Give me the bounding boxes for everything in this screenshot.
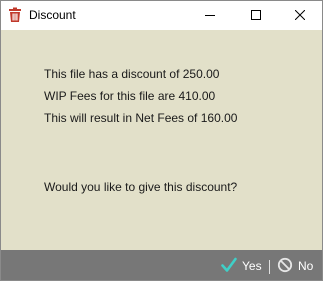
title-bar[interactable]: Discount — [1, 1, 322, 30]
button-separator — [269, 260, 270, 274]
window-title: Discount — [29, 8, 76, 22]
no-button[interactable]: No — [277, 256, 313, 276]
checkmark-icon — [221, 257, 242, 276]
message-area: This file has a discount of 250.00 WIP F… — [1, 30, 322, 250]
minimize-icon — [205, 9, 215, 23]
minimize-button[interactable] — [187, 1, 233, 30]
close-icon — [294, 9, 306, 23]
yes-label: Yes — [242, 259, 262, 273]
maximize-button[interactable] — [233, 1, 279, 30]
discount-dialog: Discount This file has a discount of 250… — [0, 0, 323, 281]
yes-button[interactable]: Yes — [221, 256, 262, 276]
confirm-question: Would you like to give this discount? — [44, 180, 238, 194]
close-button[interactable] — [277, 1, 322, 30]
maximize-icon — [251, 9, 261, 23]
button-bar: Yes No — [1, 250, 322, 280]
discount-line: This file has a discount of 250.00 — [44, 67, 220, 81]
no-label: No — [298, 259, 314, 273]
wip-fees-line: WIP Fees for this file are 410.00 — [44, 89, 216, 103]
net-fees-line: This will result in Net Fees of 160.00 — [44, 111, 238, 125]
trash-bin-icon — [7, 7, 23, 23]
prohibited-icon — [277, 257, 298, 276]
